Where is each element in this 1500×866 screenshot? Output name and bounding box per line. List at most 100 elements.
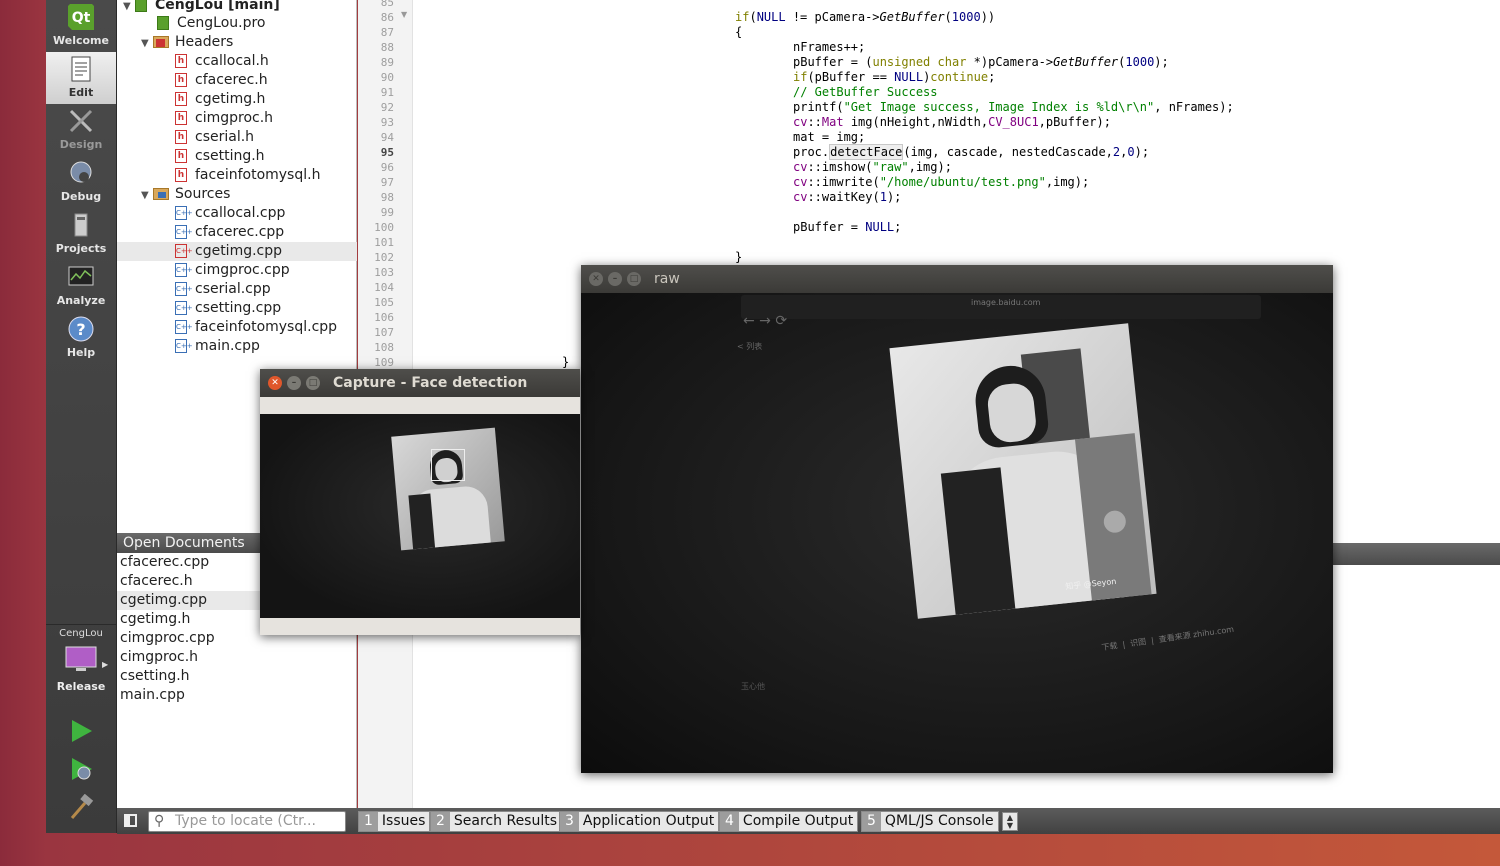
tree-source-file[interactable]: C++ cimgproc.cpp xyxy=(175,261,290,280)
line-number: 102 xyxy=(374,251,394,264)
minimize-button[interactable]: – xyxy=(608,272,622,286)
tree-source-file[interactable]: C++ cserial.cpp xyxy=(175,280,271,299)
tree-pro-file[interactable]: CengLou.pro xyxy=(157,14,266,33)
tree-header-file[interactable]: h faceinfotomysql.h xyxy=(175,166,320,185)
tree-source-file[interactable]: C++ cfacerec.cpp xyxy=(175,223,284,242)
raw-window-titlebar[interactable]: ✕ – □ raw xyxy=(581,265,1333,293)
tree-header-file[interactable]: h csetting.h xyxy=(175,147,265,166)
run-play-icon xyxy=(72,720,92,742)
expand-arrow-icon[interactable]: ▼ xyxy=(141,186,153,205)
browser-url: image.baidu.com xyxy=(971,298,1041,307)
tab-label: QML/JS Console xyxy=(884,813,994,829)
debug-bug-icon xyxy=(70,161,92,183)
tree-file-label: cfacerec.h xyxy=(195,72,268,88)
code-line-98: cv::waitKey(1); xyxy=(793,190,902,204)
expand-arrow-icon[interactable]: ▼ xyxy=(123,0,135,16)
tree-sources-folder[interactable]: ▼ Sources xyxy=(141,185,230,204)
more-tabs-button[interactable]: ▲ ▼ xyxy=(1002,812,1018,831)
code-line-93: cv::Mat img(nHeight,nWidth,CV_8UC1,pBuff… xyxy=(793,115,1111,129)
code-line-90: if(pBuffer == NULL)continue; xyxy=(793,70,996,84)
mode-help[interactable]: ? Help xyxy=(46,312,116,364)
tree-file-label: cgetimg.cpp xyxy=(195,243,283,259)
tree-sources-label: Sources xyxy=(175,186,231,202)
tree-header-file[interactable]: h cgetimg.h xyxy=(175,90,265,109)
tree-headers-folder[interactable]: ▼ Headers xyxy=(141,33,233,52)
cpp-file-icon: C++ xyxy=(175,244,193,258)
tab-label: Compile Output xyxy=(742,813,854,829)
raw-window[interactable]: ✕ – □ raw image.baidu.com ← → ⟳ < 列表 知乎 … xyxy=(581,265,1333,773)
tab-number: 5 xyxy=(862,812,881,831)
mode-welcome[interactable]: Qt Welcome xyxy=(46,0,116,52)
line-number: 107 xyxy=(374,326,394,339)
tab-application-output[interactable]: 3 Application Output xyxy=(559,811,720,832)
toggle-sidebar-button[interactable] xyxy=(124,814,137,827)
cpp-file-icon: C++ xyxy=(175,206,193,220)
line-number: 94 xyxy=(380,131,394,144)
code-line-95: proc.detectFace(img, cascade, nestedCasc… xyxy=(793,144,1150,160)
design-pen-icon xyxy=(69,109,93,133)
mode-analyze[interactable]: Analyze xyxy=(46,260,116,312)
mode-edit[interactable]: Edit xyxy=(46,52,116,104)
code-line-102: } xyxy=(735,250,743,264)
kit-selector[interactable]: ▶ Release xyxy=(46,644,116,696)
tab-label: Search Results xyxy=(453,813,558,829)
tree-source-file[interactable]: C++ main.cpp xyxy=(175,337,260,356)
tab-qml-js-console[interactable]: 5 QML/JS Console xyxy=(861,811,999,832)
projects-wrench-icon xyxy=(74,213,88,237)
line-number: 101 xyxy=(374,236,394,249)
mode-projects[interactable]: Projects xyxy=(46,208,116,260)
tree-header-file[interactable]: h cserial.h xyxy=(175,128,254,147)
locator-input[interactable]: ⚲ Type to locate (Ctr... xyxy=(148,811,346,832)
debug-run-button[interactable] xyxy=(68,756,94,782)
raw-window-title: raw xyxy=(654,271,680,287)
maximize-button[interactable]: □ xyxy=(306,376,320,390)
fold-marker-icon[interactable]: ▼ xyxy=(401,10,407,19)
mode-analyze-label: Analyze xyxy=(56,294,106,307)
expand-arrow-icon[interactable]: ▼ xyxy=(141,34,153,53)
sources-folder-icon xyxy=(153,188,169,200)
monitor-icon xyxy=(65,646,97,671)
tree-root[interactable]: ▼ CengLou [main] xyxy=(123,0,280,15)
face-detection-box xyxy=(431,449,465,481)
portrait-photo: 知乎 @Seyon xyxy=(889,323,1157,619)
up-down-arrow-icon: ▲ ▼ xyxy=(1006,813,1014,830)
svg-text:Qt: Qt xyxy=(72,10,91,26)
tree-source-file[interactable]: C++ csetting.cpp xyxy=(175,299,281,318)
line-number: 106 xyxy=(374,311,394,324)
tree-header-file[interactable]: h ccallocal.h xyxy=(175,52,269,71)
tree-header-file[interactable]: h cfacerec.h xyxy=(175,71,268,90)
tab-compile-output[interactable]: 4 Compile Output xyxy=(719,811,859,832)
open-document-item[interactable]: main.cpp xyxy=(117,686,357,705)
line-number: 105 xyxy=(374,296,394,309)
browser-bar: image.baidu.com xyxy=(741,295,1261,319)
analyze-monitor-icon xyxy=(68,266,94,286)
open-document-item[interactable]: cimgproc.h xyxy=(117,648,357,667)
build-button[interactable] xyxy=(68,793,94,820)
close-button[interactable]: ✕ xyxy=(589,272,603,286)
code-line-100: pBuffer = NULL; xyxy=(793,220,902,234)
tree-header-file[interactable]: h cimgproc.h xyxy=(175,109,273,128)
tab-number: 2 xyxy=(431,812,450,831)
cpp-file-icon: C++ xyxy=(175,282,193,296)
capture-window-titlebar[interactable]: ✕ – □ Capture - Face detection xyxy=(260,369,580,397)
tree-source-file[interactable]: C++ cgetimg.cpp xyxy=(117,242,357,261)
edit-document-icon xyxy=(71,56,91,82)
mode-debug[interactable]: Debug xyxy=(46,156,116,208)
tab-search-results[interactable]: 2 Search Results xyxy=(430,811,563,832)
tab-issues[interactable]: 1 Issues xyxy=(358,811,431,832)
close-button[interactable]: ✕ xyxy=(268,376,282,390)
line-number: 98 xyxy=(380,191,394,204)
tree-source-file[interactable]: C++ ccallocal.cpp xyxy=(175,204,285,223)
mode-design[interactable]: Design xyxy=(46,104,116,156)
locator-placeholder: Type to locate (Ctr... xyxy=(175,813,316,829)
tree-source-file[interactable]: C++ faceinfotomysql.cpp xyxy=(175,318,337,337)
run-button[interactable] xyxy=(68,718,94,744)
maximize-button[interactable]: □ xyxy=(627,272,641,286)
mode-projects-label: Projects xyxy=(55,242,107,255)
minimize-button[interactable]: – xyxy=(287,376,301,390)
cpp-file-icon: C++ xyxy=(175,225,193,239)
open-document-item[interactable]: csetting.h xyxy=(117,667,357,686)
output-pane-header xyxy=(1333,543,1500,565)
header-file-icon: h xyxy=(175,73,187,87)
capture-window[interactable]: ✕ – □ Capture - Face detection xyxy=(260,369,580,635)
